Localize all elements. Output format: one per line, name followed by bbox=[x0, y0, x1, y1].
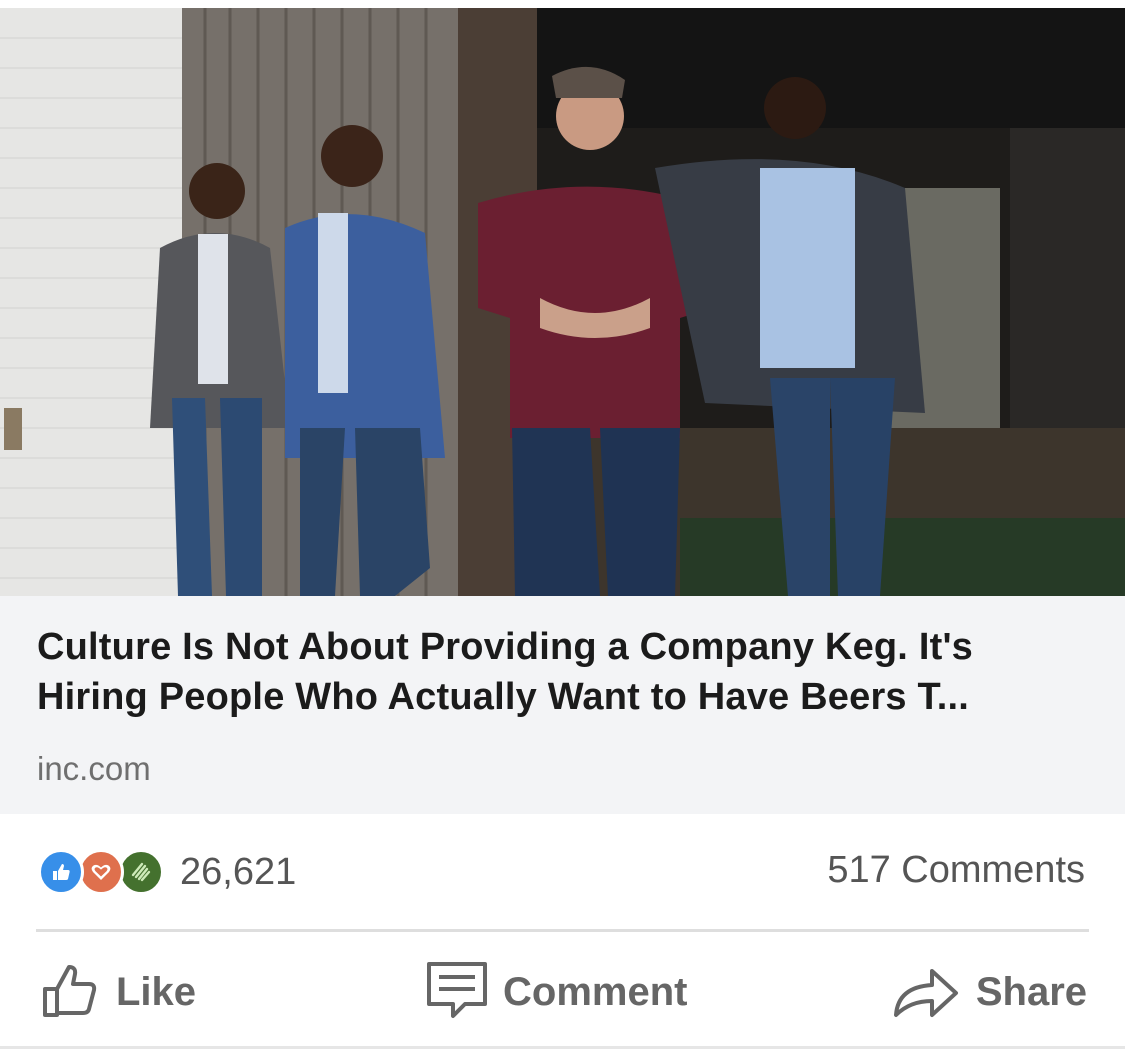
link-preview[interactable]: Culture Is Not About Providing a Company… bbox=[0, 596, 1125, 814]
social-counts-bar: 26,621 517 Comments bbox=[0, 815, 1125, 929]
article-headline[interactable]: Culture Is Not About Providing a Company… bbox=[37, 622, 1087, 722]
like-button[interactable]: Like bbox=[40, 962, 196, 1022]
post-actions-bar: Like Comment Share bbox=[0, 934, 1125, 1044]
comment-button[interactable]: Comment bbox=[425, 960, 688, 1025]
heart-icon bbox=[78, 849, 124, 895]
reactions-summary[interactable]: 26,621 bbox=[38, 849, 296, 895]
bottom-divider bbox=[0, 1046, 1125, 1049]
share-button[interactable]: Share bbox=[890, 962, 1087, 1022]
thumbs-up-outline-icon bbox=[40, 959, 102, 1026]
comment-icon bbox=[425, 960, 489, 1025]
divider bbox=[36, 929, 1089, 932]
clapping-hands-icon bbox=[118, 849, 164, 895]
thumbs-up-icon bbox=[38, 849, 84, 895]
article-image[interactable] bbox=[0, 8, 1125, 596]
share-label: Share bbox=[975, 969, 1087, 1014]
like-label: Like bbox=[116, 969, 197, 1014]
comment-label: Comment bbox=[503, 969, 688, 1014]
article-source: inc.com bbox=[37, 750, 151, 787]
comments-count-link[interactable]: 517 Comments bbox=[827, 849, 1085, 892]
feed-post-card: Culture Is Not About Providing a Company… bbox=[0, 0, 1125, 1058]
share-arrow-icon bbox=[890, 959, 962, 1026]
reaction-count: 26,621 bbox=[180, 850, 297, 893]
